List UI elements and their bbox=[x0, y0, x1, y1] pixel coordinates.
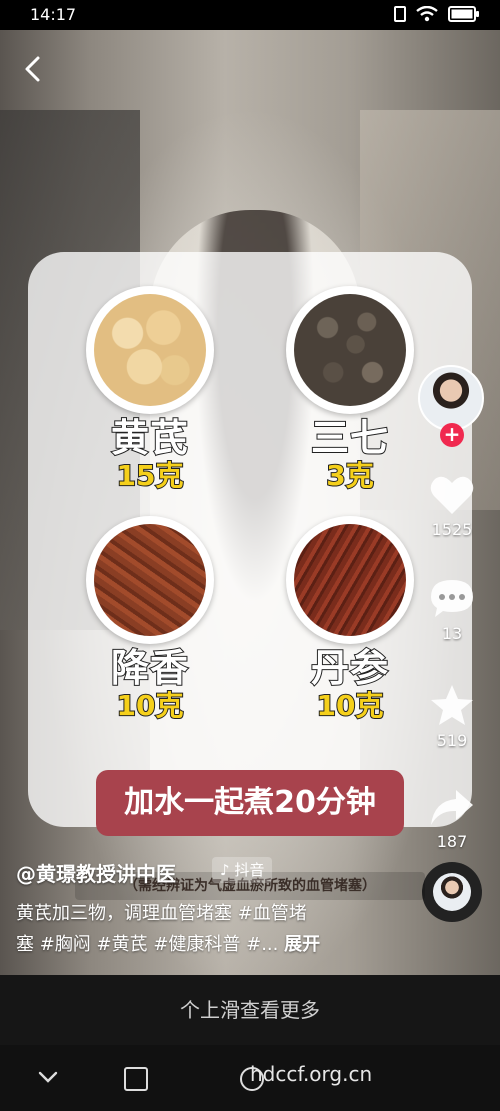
herb-image-danshen bbox=[286, 516, 414, 644]
watermark-text: hdccf.org.cn bbox=[250, 1062, 373, 1086]
music-cover bbox=[433, 873, 471, 911]
herb-dose: 15克 bbox=[116, 459, 185, 493]
like-button[interactable]: 1525 bbox=[424, 474, 480, 539]
share-arrow-icon bbox=[431, 790, 473, 825]
swipe-up-hint[interactable]: 个上滑查看更多 bbox=[0, 975, 500, 1045]
herb-recipe-card: 黄芪 15克 三七 3克 降香 10克 丹参 10克 加水一起煮20分钟 bbox=[28, 252, 472, 836]
herb-name: 三七 bbox=[310, 415, 389, 461]
tiktok-icon: ♪ bbox=[220, 861, 230, 879]
herb-dose: 10克 bbox=[116, 689, 185, 723]
herb-item-jiangxiang: 降香 10克 bbox=[50, 516, 250, 723]
status-time: 14:17 bbox=[30, 5, 77, 24]
herb-item-huangqi: 黄芪 15克 bbox=[50, 286, 250, 493]
status-bar: 14:17 bbox=[0, 0, 500, 30]
source-tag-label: 抖音 bbox=[234, 861, 265, 879]
source-tag[interactable]: ♪ 抖音 bbox=[212, 857, 273, 883]
share-count: 187 bbox=[436, 832, 468, 851]
herb-image-sanqi bbox=[286, 286, 414, 414]
share-button[interactable]: 187 bbox=[424, 788, 480, 851]
herb-dose: 3克 bbox=[325, 459, 374, 493]
follow-button[interactable]: + bbox=[440, 423, 464, 447]
chevron-down-icon bbox=[38, 1071, 58, 1083]
expand-link[interactable]: 展开 bbox=[284, 934, 320, 955]
star-icon bbox=[431, 685, 473, 725]
music-disc[interactable] bbox=[422, 862, 482, 922]
speech-bubble-icon bbox=[431, 580, 473, 617]
herb-item-danshen: 丹参 10克 bbox=[250, 516, 450, 723]
nav-back-button[interactable] bbox=[36, 1065, 60, 1093]
description-line: 黄芪加三物，调理血管堵塞 #血管堵 bbox=[16, 903, 307, 924]
battery-icon bbox=[448, 6, 480, 22]
heart-icon bbox=[430, 476, 474, 514]
like-count: 1525 bbox=[431, 520, 473, 539]
chevron-left-icon bbox=[25, 56, 40, 82]
herb-name: 降香 bbox=[110, 645, 189, 691]
favorite-button[interactable]: 519 bbox=[424, 683, 480, 750]
comment-count: 13 bbox=[441, 624, 463, 643]
wifi-icon bbox=[416, 6, 438, 22]
status-icons bbox=[394, 6, 480, 22]
favorite-count: 519 bbox=[436, 731, 468, 750]
back-button[interactable] bbox=[16, 52, 50, 86]
comment-button[interactable]: 13 bbox=[424, 578, 480, 643]
herb-image-jiangxiang bbox=[86, 516, 214, 644]
nav-home-button[interactable] bbox=[124, 1067, 148, 1091]
herb-image-huangqi bbox=[86, 286, 214, 414]
instruction-banner: 加水一起煮20分钟 bbox=[96, 770, 404, 836]
video-description: 黄芪加三物，调理血管堵塞 #血管堵 塞 #胸闷 #黄芪 #健康科普 #... 展… bbox=[16, 898, 356, 960]
author-name[interactable]: @黄璟教授讲中医 bbox=[16, 858, 176, 887]
vibrate-icon bbox=[394, 6, 406, 22]
herb-name: 黄芪 bbox=[110, 415, 189, 461]
herb-dose: 10克 bbox=[316, 689, 385, 723]
description-line: 塞 #胸闷 #黄芪 #健康科普 #... bbox=[16, 934, 279, 955]
herb-name: 丹参 bbox=[310, 645, 389, 691]
